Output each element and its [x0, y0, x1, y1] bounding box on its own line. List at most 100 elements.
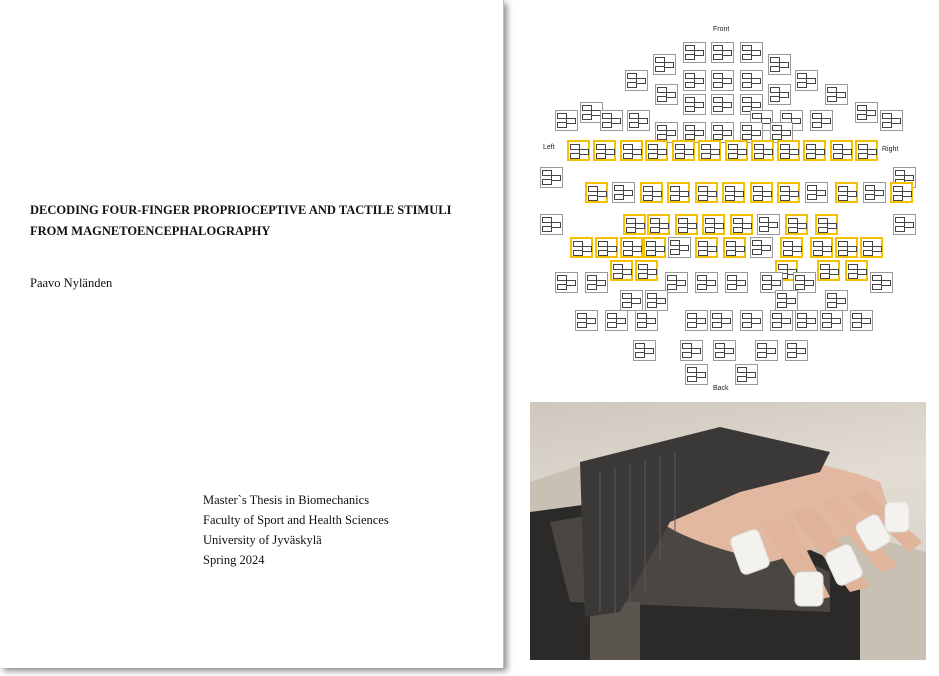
sensor	[633, 340, 656, 361]
sensor-channel	[789, 191, 799, 197]
sensor-channel	[586, 318, 596, 324]
sensor-channel	[542, 179, 552, 185]
highlighted-sensor	[785, 214, 808, 235]
sensor-channel	[751, 318, 761, 324]
sensor-channel	[713, 106, 723, 112]
sensor-channel	[789, 149, 799, 155]
sensor-channel	[827, 96, 837, 102]
highlighted-sensor	[643, 237, 666, 258]
sensor-channel	[577, 322, 587, 328]
sensor-channel	[675, 153, 685, 159]
sensor-channel	[679, 245, 689, 251]
sensor-channel	[596, 153, 606, 159]
finger-stimulator-photo	[530, 402, 926, 660]
sensor-channel	[613, 273, 623, 279]
sensor-channel	[736, 280, 746, 286]
highlighted-sensor	[817, 260, 840, 281]
sensor-channel	[697, 284, 707, 290]
sensor-channel	[616, 318, 626, 324]
sensor	[810, 110, 833, 131]
sensor-channel	[657, 96, 667, 102]
sensor-channel	[728, 153, 738, 159]
highlighted-sensor	[635, 260, 658, 281]
sensor-channel	[622, 302, 632, 308]
sensor	[612, 182, 635, 203]
thesis-type: Master`s Thesis in Biomechanics	[203, 493, 370, 507]
sensor-channel	[753, 195, 763, 201]
sensor-channel	[770, 66, 780, 72]
hand-device-illustration	[530, 427, 926, 660]
sensor	[820, 310, 843, 331]
sensor-channel	[684, 149, 694, 155]
sensor-channel	[676, 280, 686, 286]
sensor-channel	[797, 223, 807, 229]
sensor	[653, 54, 676, 75]
sensor	[880, 110, 903, 131]
sensor-channel	[904, 222, 914, 228]
sensor-channel	[632, 246, 642, 252]
sensor-channel	[715, 352, 725, 358]
sensor-channel	[557, 122, 567, 128]
highlighted-sensor	[585, 182, 608, 203]
sensor-channel	[557, 284, 567, 290]
sensor-channel	[777, 302, 787, 308]
sensor-channel	[659, 223, 669, 229]
sensor	[695, 272, 718, 293]
left-label: Left	[543, 144, 555, 151]
sensor-channel	[813, 250, 823, 256]
sensor	[627, 110, 650, 131]
sensor	[855, 102, 878, 123]
sensor-channel	[647, 269, 657, 275]
sensor	[805, 182, 828, 203]
sensor-channel	[881, 280, 891, 286]
sensor-channel	[771, 280, 781, 286]
sensor-channel	[722, 130, 732, 136]
highlighted-sensor	[640, 182, 663, 203]
sensor-channel	[746, 372, 756, 378]
highlighted-sensor	[750, 182, 773, 203]
highlighted-sensor	[623, 214, 646, 235]
sensor-channel	[724, 348, 734, 354]
sensor-channel	[762, 284, 772, 290]
sensor-channel	[579, 149, 589, 155]
sensor-channel	[872, 284, 882, 290]
sensor-channel	[818, 227, 828, 233]
sensor-channel	[722, 50, 732, 56]
sensor-channel	[891, 118, 901, 124]
sensor-channel	[551, 222, 561, 228]
sensor-channel	[733, 227, 743, 233]
sensor	[540, 167, 563, 188]
sensor-channel	[596, 280, 606, 286]
sensor	[620, 290, 643, 311]
sensor-channel	[816, 190, 826, 196]
sensor	[850, 310, 873, 331]
sensor-channel	[759, 226, 769, 232]
sensor-channel	[770, 96, 780, 102]
faculty: Faculty of Sport and Health Sciences	[203, 513, 389, 527]
sensor-channel	[678, 227, 688, 233]
highlighted-sensor	[860, 237, 883, 258]
sensor-channel	[622, 269, 632, 275]
sensor-channel	[638, 273, 648, 279]
highlighted-sensor	[777, 182, 800, 203]
sensor-channel	[806, 153, 816, 159]
sensor-channel	[822, 322, 832, 328]
sensor-channel	[893, 195, 903, 201]
sensor-channel	[667, 284, 677, 290]
sensor	[757, 214, 780, 235]
highlighted-sensor	[695, 237, 718, 258]
sensor-channel	[701, 153, 711, 159]
thesis-title: DECODING FOUR-FINGER PROPRIOCEPTIVE AND …	[30, 203, 452, 238]
sensor-channel	[751, 130, 761, 136]
sensor-channel	[707, 191, 717, 197]
sensor	[768, 54, 791, 75]
sensor-channel	[779, 62, 789, 68]
sensor	[795, 70, 818, 91]
sensor-channel	[638, 118, 648, 124]
sensor-channel	[656, 298, 666, 304]
sensor-channel	[737, 376, 747, 382]
sensor-channel	[865, 194, 875, 200]
sensor-channel	[670, 195, 680, 201]
sensor-channel	[780, 153, 790, 159]
sensor-channel	[742, 223, 752, 229]
